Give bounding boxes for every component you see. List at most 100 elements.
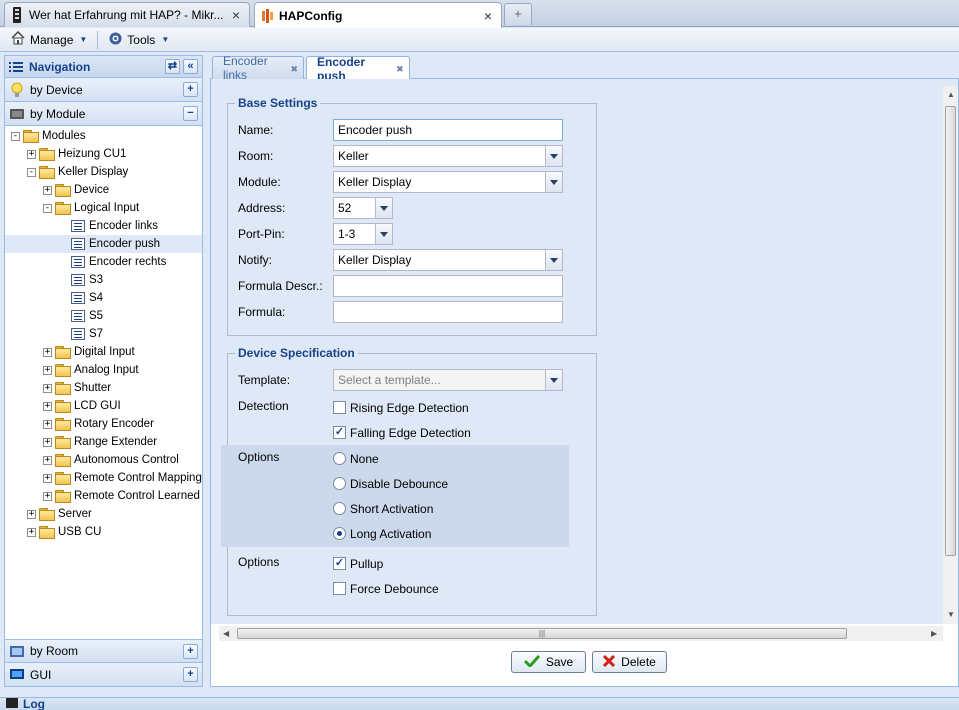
refresh-icon[interactable]: ⇄ (165, 59, 180, 74)
chevron-down-icon[interactable] (545, 250, 562, 270)
expand-node-icon[interactable]: + (43, 455, 52, 465)
tree-folder-item[interactable]: - Keller Display (5, 163, 202, 181)
pullup-checkbox[interactable]: ✓ (333, 557, 346, 570)
room-select[interactable]: Keller (333, 145, 563, 167)
falling-edge-checkbox[interactable]: ✓ (333, 426, 346, 439)
scroll-right-icon[interactable]: ▶ (931, 629, 937, 638)
close-icon[interactable]: ✖ (289, 63, 299, 74)
port-pin-label: Port-Pin: (238, 227, 285, 241)
expand-node-icon[interactable]: + (27, 149, 36, 159)
expand-node-icon[interactable]: + (43, 347, 52, 357)
force-debounce-checkbox[interactable] (333, 582, 346, 595)
tools-menu-button[interactable]: Tools ▼ (102, 29, 175, 51)
tree-folder-item[interactable]: + Digital Input (5, 343, 202, 361)
rising-edge-checkbox[interactable] (333, 401, 346, 414)
address-select[interactable]: 52 (333, 197, 393, 219)
tree-folder-item[interactable]: + Server (5, 505, 202, 523)
tree-folder-item[interactable]: - Logical Input (5, 199, 202, 217)
scroll-up-icon[interactable]: ▲ (947, 90, 955, 99)
logical-input-icon (71, 310, 85, 322)
tree-leaf-item[interactable]: S7 (5, 325, 202, 343)
manage-menu-button[interactable]: Manage ▼ (4, 29, 93, 51)
horizontal-scrollbar[interactable]: ◀ ||| ▶ (219, 626, 943, 641)
by-device-section[interactable]: by Device + (5, 78, 202, 102)
expand-node-icon[interactable]: + (43, 437, 52, 447)
close-icon[interactable]: ✖ (395, 63, 405, 74)
scroll-down-icon[interactable]: ▼ (947, 610, 955, 619)
tree-leaf-item[interactable]: S5 (5, 307, 202, 325)
expand-node-icon[interactable]: + (43, 365, 52, 375)
gui-label: GUI (30, 667, 52, 682)
collapse-node-icon[interactable]: - (11, 131, 20, 141)
tree-leaf-item[interactable]: Encoder push (5, 235, 202, 253)
expand-node-icon[interactable]: + (43, 401, 52, 411)
module-select[interactable]: Keller Display (333, 171, 563, 193)
by-module-section[interactable]: by Module − (5, 102, 202, 126)
horizontal-scroll-thumb[interactable]: ||| (237, 628, 847, 639)
formula-descr-input[interactable] (333, 275, 563, 297)
browser-tab-forum[interactable]: Wer hat Erfahrung mit HAP? - Mikr... × (4, 2, 250, 27)
tree-folder-item[interactable]: + Remote Control Mapping (5, 469, 202, 487)
tree-folder-item[interactable]: + Heizung CU1 (5, 145, 202, 163)
collapse-node-icon[interactable]: - (43, 203, 52, 213)
expand-plus-icon[interactable]: + (183, 643, 198, 659)
tab-encoder-links[interactable]: Encoder links ✖ (212, 54, 304, 82)
expand-node-icon[interactable]: + (43, 491, 52, 501)
log-panel-header[interactable]: Log (0, 697, 959, 710)
chevron-down-icon[interactable] (375, 198, 392, 218)
tree-leaf-item[interactable]: S3 (5, 271, 202, 289)
collapse-left-icon[interactable]: « (183, 59, 198, 74)
tree-folder-item[interactable]: + Device (5, 181, 202, 199)
save-button[interactable]: Save (511, 651, 586, 673)
room-label: Room: (238, 149, 274, 163)
folder-icon (55, 418, 71, 431)
browser-tab-hapconfig[interactable]: HAPConfig × (254, 2, 502, 28)
expand-plus-icon[interactable]: + (183, 667, 198, 682)
chevron-down-icon[interactable] (545, 146, 562, 166)
tab-encoder-push[interactable]: Encoder push ✖ (306, 55, 410, 83)
expand-node-icon[interactable]: + (43, 185, 52, 195)
tree-folder-item[interactable]: + Remote Control Learned (5, 487, 202, 505)
tree-folder-item[interactable]: + Autonomous Control (5, 451, 202, 469)
delete-label: Delete (621, 655, 656, 669)
chevron-down-icon[interactable] (375, 224, 392, 244)
collapse-minus-icon[interactable]: − (183, 106, 198, 121)
radio-long-activation[interactable] (333, 527, 346, 540)
tree-leaf-item[interactable]: Encoder links (5, 217, 202, 235)
chevron-down-icon[interactable] (545, 370, 562, 390)
radio-short-activation[interactable] (333, 502, 346, 515)
gui-section[interactable]: GUI + (5, 663, 202, 687)
expand-node-icon[interactable]: + (43, 473, 52, 483)
close-tab-icon[interactable]: × (481, 8, 495, 24)
tree-folder-item[interactable]: - Modules (5, 127, 202, 145)
expand-node-icon[interactable]: + (43, 419, 52, 429)
tree-folder-item[interactable]: + Rotary Encoder (5, 415, 202, 433)
expand-node-icon[interactable]: + (27, 509, 36, 519)
scroll-left-icon[interactable]: ◀ (223, 629, 229, 638)
tree-leaf-item[interactable]: Encoder rechts (5, 253, 202, 271)
expand-plus-icon[interactable]: + (183, 82, 198, 97)
vertical-scroll-thumb[interactable] (945, 106, 956, 556)
tree-folder-item[interactable]: + Shutter (5, 379, 202, 397)
new-tab-button[interactable]: + (504, 3, 532, 25)
tree-folder-item[interactable]: + Range Extender (5, 433, 202, 451)
radio-none[interactable] (333, 452, 346, 465)
expand-node-icon[interactable]: + (27, 527, 36, 537)
by-room-section[interactable]: by Room + (5, 639, 202, 663)
tree-folder-item[interactable]: + USB CU (5, 523, 202, 541)
collapse-node-icon[interactable]: - (27, 167, 36, 177)
chevron-down-icon[interactable] (545, 172, 562, 192)
tree-folder-item[interactable]: + LCD GUI (5, 397, 202, 415)
delete-button[interactable]: Delete (592, 651, 667, 673)
notify-select[interactable]: Keller Display (333, 249, 563, 271)
formula-input[interactable] (333, 301, 563, 323)
template-select[interactable]: Select a template... (333, 369, 563, 391)
vertical-scrollbar[interactable]: ▲ ▼ (943, 86, 958, 624)
tree-leaf-item[interactable]: S4 (5, 289, 202, 307)
port-pin-select[interactable]: 1-3 (333, 223, 393, 245)
tree-folder-item[interactable]: + Analog Input (5, 361, 202, 379)
name-input[interactable]: Encoder push (333, 119, 563, 141)
radio-disable-debounce[interactable] (333, 477, 346, 490)
expand-node-icon[interactable]: + (43, 383, 52, 393)
close-tab-icon[interactable]: × (229, 7, 243, 23)
